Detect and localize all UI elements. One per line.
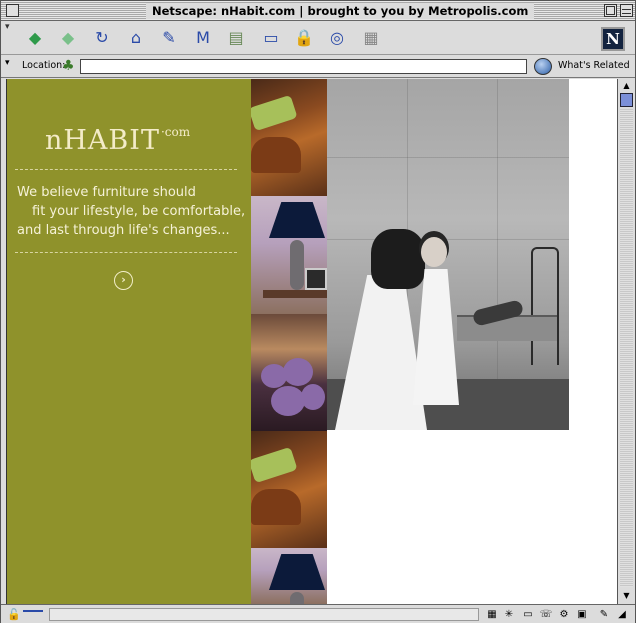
mail-icon[interactable]: ✳ <box>502 608 516 621</box>
navigator-icon[interactable]: ▦ <box>485 608 499 621</box>
search-icon: ✎ <box>162 28 176 47</box>
whats-related-label[interactable]: What's Related <box>558 60 630 71</box>
whats-related-icon[interactable] <box>534 58 552 75</box>
photo-strip <box>251 79 327 604</box>
stop-icon: ▦ <box>363 28 379 47</box>
collapse-box[interactable] <box>620 4 633 17</box>
page-proxy-icon[interactable]: ♣ <box>62 58 76 74</box>
back-button[interactable]: ◆ <box>23 27 47 49</box>
tagline-line-3: and last through life's changes... <box>17 223 230 238</box>
newsgroups-icon[interactable]: ▭ <box>521 608 535 621</box>
location-label: Location: <box>22 60 66 71</box>
browser-window: Netscape: nHabit.com | brought to you by… <box>0 0 636 623</box>
composer-icon[interactable]: ⚙ <box>557 608 571 621</box>
edit-page-icon[interactable]: ✎ <box>597 608 611 621</box>
logo-suffix: ·com <box>160 125 191 139</box>
back-arrow-icon: ◆ <box>28 28 42 47</box>
reload-icon: ↻ <box>95 28 109 47</box>
images-button[interactable]: ▤ <box>224 27 248 49</box>
scroll-track[interactable] <box>620 109 633 587</box>
forward-arrow-icon: ◆ <box>61 28 75 47</box>
my-netscape-icon: M <box>196 28 210 47</box>
images-icon: ▤ <box>228 28 244 47</box>
divider-top <box>15 169 237 170</box>
chair-photo <box>251 79 327 196</box>
title-bar[interactable]: Netscape: nHabit.com | brought to you by… <box>1 1 635 21</box>
divider-bottom <box>15 252 237 253</box>
print-button[interactable]: ▭ <box>259 27 283 49</box>
tagline-line-2: fit your lifestyle, be comfortable, <box>32 204 246 219</box>
netscape-logo[interactable]: N <box>601 27 625 51</box>
lamp-photo <box>251 196 327 314</box>
search-button[interactable]: ✎ <box>157 27 181 49</box>
lock-icon: 🔒 <box>294 28 314 47</box>
scroll-up-arrow[interactable]: ▲ <box>620 79 633 92</box>
shop-icon: ◎ <box>330 28 344 47</box>
address-book-icon[interactable]: ☏ <box>539 608 553 621</box>
print-icon: ▭ <box>263 28 279 47</box>
intro-panel: nHABIT·com We believe furniture should f… <box>7 79 251 604</box>
scroll-down-arrow[interactable]: ▼ <box>620 589 633 602</box>
home-button[interactable]: ⌂ <box>124 27 148 49</box>
locbar-collapse-grip[interactable]: ▾ <box>5 58 10 68</box>
toolbar-collapse-grip[interactable] <box>5 22 15 53</box>
security-lock-icon[interactable]: 🔓 <box>7 608 21 621</box>
flowers-photo <box>251 314 327 431</box>
chair-photo-repeat <box>251 431 327 548</box>
close-box[interactable] <box>6 4 19 17</box>
status-text <box>49 608 479 621</box>
resize-grip-icon[interactable]: ◢ <box>615 608 629 621</box>
navigation-toolbar: ◆ ◆ ↻ ⌂ ✎ M ▤ ▭ 🔒 ◎ ▦ N <box>1 22 635 55</box>
reload-button[interactable]: ↻ <box>90 27 114 49</box>
mother-daughter-photo <box>327 79 569 430</box>
connection-icon <box>23 610 43 618</box>
location-bar: ▾ Location: ♣ What's Related <box>1 56 635 78</box>
page-content: nHABIT·com We believe furniture should f… <box>6 79 617 604</box>
enter-arrow-button[interactable]: › <box>114 271 133 290</box>
url-input[interactable] <box>80 59 527 74</box>
vertical-scrollbar[interactable]: ▲ ▼ <box>617 79 635 604</box>
window-title: Netscape: nHabit.com | brought to you by… <box>146 3 535 19</box>
history-icon[interactable]: ▣ <box>575 608 589 621</box>
shop-button[interactable]: ◎ <box>325 27 349 49</box>
scroll-thumb[interactable] <box>620 93 633 107</box>
lamp-photo-repeat <box>251 548 327 604</box>
status-bar: 🔓 ▦ ✳ ▭ ☏ ⚙ ▣ ✎ ◢ <box>1 604 635 623</box>
tagline-line-1: We believe furniture should <box>17 185 196 200</box>
logo-text: nHABIT <box>45 125 160 156</box>
zoom-box[interactable] <box>604 4 617 17</box>
security-button[interactable]: 🔒 <box>292 27 316 49</box>
home-icon: ⌂ <box>130 28 142 47</box>
my-netscape-button[interactable]: M <box>191 27 215 49</box>
tagline: We believe furniture should fit your lif… <box>17 183 249 240</box>
forward-button[interactable]: ◆ <box>56 27 80 49</box>
stop-button[interactable]: ▦ <box>359 27 383 49</box>
site-logo[interactable]: nHABIT·com <box>45 125 190 156</box>
